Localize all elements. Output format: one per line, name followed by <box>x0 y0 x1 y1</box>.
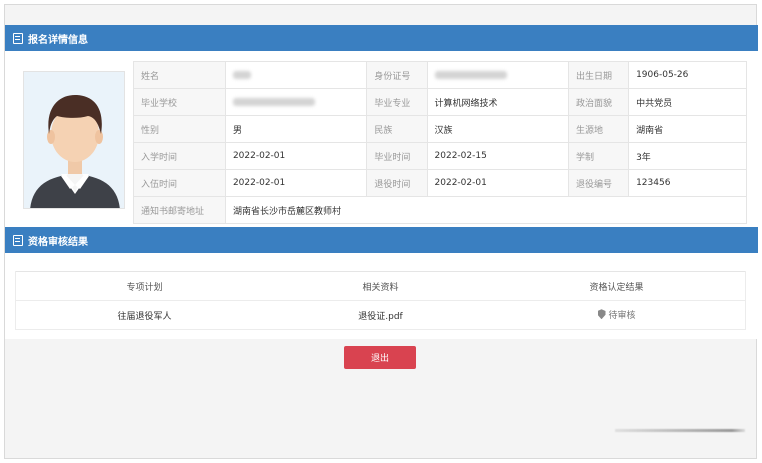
column-header-document: 相关资料 <box>273 271 488 301</box>
field-value: 湖南省 <box>628 115 747 143</box>
table-row: 往届退役军人 退役证.pdf 待审核 <box>15 300 746 330</box>
shield-icon <box>597 309 606 320</box>
field-value <box>224 88 368 116</box>
document-icon <box>13 32 23 44</box>
field-label: 入学时间 <box>133 142 226 170</box>
field-value: 男 <box>224 115 368 143</box>
review-section-header: 资格审核结果 <box>5 227 758 253</box>
field-label: 学制 <box>567 142 630 170</box>
exit-button[interactable]: 退出 <box>344 346 416 369</box>
field-label: 姓名 <box>133 61 226 89</box>
field-label: 出生日期 <box>567 61 630 89</box>
field-label: 毕业学校 <box>133 88 226 116</box>
detail-section-title: 报名详情信息 <box>28 34 88 46</box>
page-frame: 报名详情信息 姓名 身份证号 出生日期 1906-05-26 毕业学校 毕业专业 计算机网络… <box>4 4 758 459</box>
table-row: 姓名 身份证号 出生日期 1906-05-26 <box>133 61 747 89</box>
applicant-photo <box>23 71 125 209</box>
document-link[interactable]: 退役证.pdf <box>273 300 488 330</box>
review-table-header: 专项计划 相关资料 资格认定结果 <box>15 271 746 301</box>
table-row: 毕业学校 毕业专业 计算机网络技术 政治面貌 中共党员 <box>133 88 747 116</box>
applicant-info-table: 姓名 身份证号 出生日期 1906-05-26 毕业学校 毕业专业 计算机网络技术 政治面貌中… <box>133 61 748 224</box>
redacted-value <box>232 97 315 106</box>
field-label: 身份证号 <box>366 61 428 89</box>
table-row: 入伍时间 2022-02-01 退役时间 2022-02-01 退役编号 123456 <box>133 169 747 197</box>
field-label: 民族 <box>366 115 428 143</box>
field-value: 1906-05-26 <box>628 61 747 89</box>
status-text: 待审核 <box>608 310 636 321</box>
field-label: 生源地 <box>567 115 630 143</box>
redacted-value <box>232 70 251 79</box>
column-header-plan: 专项计划 <box>15 271 274 301</box>
review-section-title: 资格审核结果 <box>28 236 88 248</box>
review-section-body: 专项计划 相关资料 资格认定结果 往届退役军人 退役证.pdf 待审核 <box>5 253 758 339</box>
address-value: 湖南省长沙市岳麓区教师村 <box>224 196 748 224</box>
field-label: 退役编号 <box>567 169 630 197</box>
watermark <box>615 429 745 432</box>
review-table: 专项计划 相关资料 资格认定结果 往届退役军人 退役证.pdf 待审核 <box>15 271 746 330</box>
field-value: 2022-02-01 <box>426 169 569 197</box>
field-value: 2022-02-15 <box>426 142 569 170</box>
plan-cell: 往届退役军人 <box>15 300 274 330</box>
avatar-icon <box>24 72 124 208</box>
field-value: 2022-02-01 <box>224 142 368 170</box>
detail-section-header: 报名详情信息 <box>5 25 758 51</box>
field-label: 入伍时间 <box>133 169 226 197</box>
table-row: 通知书邮寄地址 湖南省长沙市岳麓区教师村 <box>133 196 748 224</box>
field-label: 性别 <box>133 115 226 143</box>
field-value: 计算机网络技术 <box>426 88 569 116</box>
field-label: 退役时间 <box>366 169 428 197</box>
address-label: 通知书邮寄地址 <box>133 196 226 224</box>
redacted-value <box>434 70 507 79</box>
detail-section-body: 姓名 身份证号 出生日期 1906-05-26 毕业学校 毕业专业 计算机网络技术 政治面貌中… <box>5 51 758 227</box>
field-value <box>224 61 368 89</box>
field-label: 毕业专业 <box>366 88 428 116</box>
field-label: 毕业时间 <box>366 142 428 170</box>
field-label: 政治面貌 <box>567 88 630 116</box>
field-value: 3年 <box>628 142 747 170</box>
field-value: 123456 <box>628 169 747 197</box>
table-row: 入学时间 2022-02-01 毕业时间 2022-02-15 学制 3年 <box>133 142 747 170</box>
column-header-result: 资格认定结果 <box>487 271 746 301</box>
table-row: 性别男民族 汉族 生源地 湖南省 <box>133 115 747 143</box>
result-cell: 待审核 <box>487 300 746 330</box>
document-icon <box>13 234 23 246</box>
field-value <box>426 61 569 89</box>
status-badge: 待审核 <box>597 308 636 321</box>
field-value: 2022-02-01 <box>224 169 368 197</box>
field-value: 中共党员 <box>628 88 747 116</box>
field-value: 汉族 <box>426 115 569 143</box>
